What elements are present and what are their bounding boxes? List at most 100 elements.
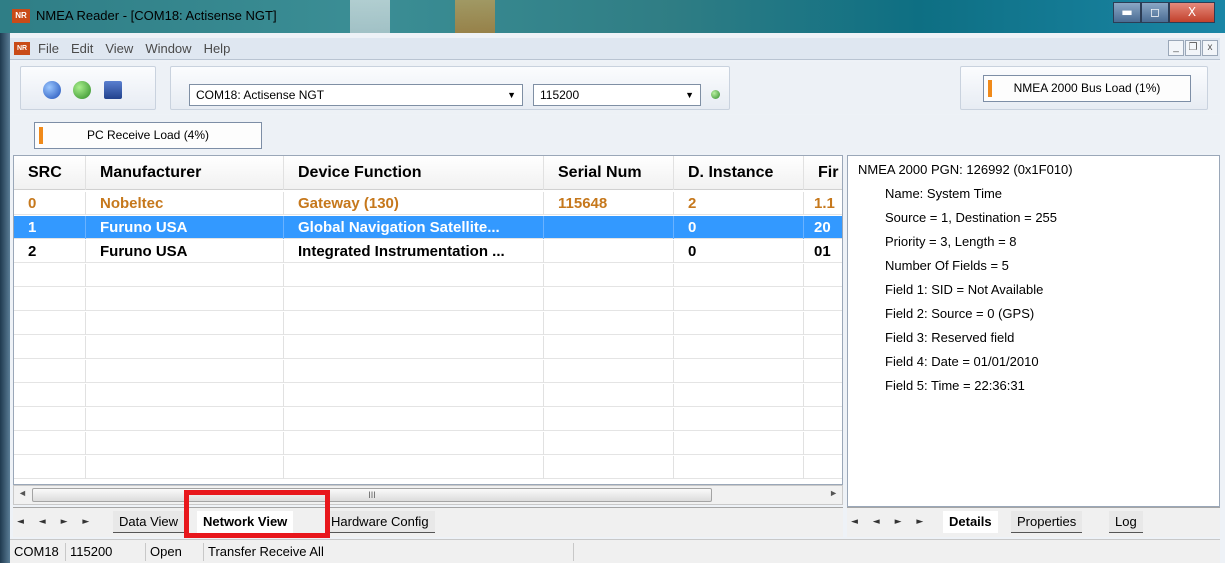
bus-load-label: NMEA 2000 Bus Load (1%) — [1013, 81, 1161, 95]
menu-bar: NR File Edit View Window Help _ ❐ x — [10, 38, 1220, 60]
menu-file[interactable]: File — [38, 41, 59, 56]
menu-edit[interactable]: Edit — [71, 41, 93, 56]
details-line: Priority = 3, Length = 8 — [885, 234, 1017, 249]
app-icon: NR — [12, 9, 30, 23]
port-value: COM18: Actisense NGT — [196, 88, 325, 102]
details-line: Source = 1, Destination = 255 — [885, 210, 1058, 225]
cell-manufacturer: Nobeltec — [86, 192, 284, 215]
save-icon[interactable] — [104, 81, 122, 99]
app-window: NR NMEA Reader - [COM18: Actisense NGT] … — [0, 0, 1225, 563]
details-tab-bar: ◄ ◄ ► ► Details Properties Log — [847, 507, 1220, 537]
cell-firmware: 01 — [804, 240, 842, 263]
window-title: NMEA Reader - [COM18: Actisense NGT] — [36, 8, 277, 23]
menu-help[interactable]: Help — [204, 41, 231, 56]
highlight-annotation-box — [184, 490, 330, 538]
empty-row — [14, 264, 842, 287]
column-header-serial[interactable]: Serial Num — [544, 156, 674, 190]
maximize-button[interactable]: ◻ — [1141, 2, 1169, 23]
refresh-icon[interactable] — [73, 81, 91, 99]
table-row[interactable]: 0 Nobeltec Gateway (130) 115648 2 1.1 — [14, 192, 842, 215]
chevron-down-icon: ▼ — [685, 90, 694, 100]
details-line: Field 4: Date = 01/01/2010 — [885, 354, 1039, 369]
tab-details[interactable]: Details — [943, 511, 998, 533]
cell-instance: 0 — [674, 216, 804, 239]
details-line: Field 3: Reserved field — [885, 330, 1015, 345]
view-tab-bar: ◄ ◄ ► ► Data View Network View Hardware … — [13, 507, 843, 537]
empty-row — [14, 288, 842, 311]
status-state: Open — [146, 543, 204, 561]
cell-instance: 0 — [674, 240, 804, 263]
app-icon[interactable]: NR — [14, 42, 30, 55]
empty-row — [14, 384, 842, 407]
cell-src: 0 — [14, 192, 86, 215]
mdi-close-button[interactable]: x — [1202, 40, 1218, 56]
grid-header: SRC Manufacturer Device Function Serial … — [14, 156, 842, 190]
tab-hardware-config[interactable]: Hardware Config — [325, 511, 435, 533]
details-line: Field 5: Time = 22:36:31 — [885, 378, 1025, 393]
cell-instance: 2 — [674, 192, 804, 215]
cell-firmware: 20 — [804, 216, 842, 239]
column-header-manufacturer[interactable]: Manufacturer — [86, 156, 284, 190]
toolbar-group-connection: COM18: Actisense NGT ▼ 115200 ▼ — [170, 66, 730, 110]
mdi-restore-button[interactable]: ❐ — [1185, 40, 1201, 56]
status-baud: 115200 — [66, 543, 146, 561]
details-line: Field 2: Source = 0 (GPS) — [885, 306, 1035, 321]
details-line: Number Of Fields = 5 — [885, 258, 1009, 273]
tab-nav-arrows-icon[interactable]: ◄ ◄ ► ► — [17, 517, 95, 527]
cell-serial — [544, 240, 674, 263]
baud-select[interactable]: 115200 ▼ — [533, 84, 701, 106]
tab-properties[interactable]: Properties — [1011, 511, 1083, 533]
title-bar: NR NMEA Reader - [COM18: Actisense NGT] … — [0, 0, 1225, 33]
pc-load-label: PC Receive Load (4%) — [86, 128, 210, 142]
details-pane: NMEA 2000 PGN: 126992 (0x1F010) Name: Sy… — [847, 155, 1220, 507]
tab-log[interactable]: Log — [1109, 511, 1143, 533]
empty-row — [14, 312, 842, 335]
column-header-src[interactable]: SRC — [14, 156, 86, 190]
empty-row — [14, 360, 842, 383]
bus-load-bar — [988, 80, 992, 97]
scrollbar-thumb[interactable]: III — [32, 488, 712, 502]
column-header-firmware[interactable]: Fir — [804, 156, 842, 190]
horizontal-scrollbar[interactable]: ◄ III ► — [13, 485, 843, 505]
cell-manufacturer: Furuno USA — [86, 216, 284, 239]
empty-row — [14, 336, 842, 359]
empty-row — [14, 432, 842, 455]
mdi-minimize-button[interactable]: _ — [1168, 40, 1184, 56]
pc-load-indicator: PC Receive Load (4%) — [34, 122, 262, 149]
status-bar: COM18 115200 Open Transfer Receive All — [10, 539, 1220, 563]
status-port: COM18 — [10, 543, 66, 561]
background-strip — [0, 0, 10, 563]
toolbar-group-actions — [20, 66, 156, 110]
cell-device-function: Global Navigation Satellite... — [284, 216, 544, 239]
background-decoration — [350, 0, 390, 33]
close-button[interactable]: X — [1169, 2, 1215, 23]
cell-firmware: 1.1 — [804, 192, 842, 215]
status-mode: Transfer Receive All — [204, 543, 574, 561]
network-grid[interactable]: SRC Manufacturer Device Function Serial … — [13, 155, 843, 485]
tab-nav-arrows-icon[interactable]: ◄ ◄ ► ► — [851, 517, 929, 527]
menu-view[interactable]: View — [105, 41, 133, 56]
port-select[interactable]: COM18: Actisense NGT ▼ — [189, 84, 523, 106]
details-pgn-title: NMEA 2000 PGN: 126992 (0x1F010) — [858, 162, 1073, 177]
column-header-instance[interactable]: D. Instance — [674, 156, 804, 190]
cell-serial: 115648 — [544, 192, 674, 215]
empty-row — [14, 408, 842, 431]
toolbar-group-bus-load: NMEA 2000 Bus Load (1%) — [960, 66, 1208, 110]
scroll-left-icon[interactable]: ◄ — [18, 488, 27, 498]
pc-load-bar — [39, 127, 43, 144]
cell-src: 2 — [14, 240, 86, 263]
help-icon[interactable] — [43, 81, 61, 99]
table-row-selected[interactable]: 1 Furuno USA Global Navigation Satellite… — [14, 216, 842, 239]
column-header-device-function[interactable]: Device Function — [284, 156, 544, 190]
table-row[interactable]: 2 Furuno USA Integrated Instrumentation … — [14, 240, 842, 263]
minimize-button[interactable]: ▬ — [1113, 2, 1141, 23]
menu-window[interactable]: Window — [145, 41, 191, 56]
empty-row — [14, 456, 842, 479]
toolbar-secondary: PC Receive Load (4%) — [10, 115, 1220, 153]
baud-value: 115200 — [540, 88, 580, 102]
cell-src: 1 — [14, 216, 86, 239]
scroll-right-icon[interactable]: ► — [829, 488, 838, 498]
tab-data-view[interactable]: Data View — [113, 511, 185, 533]
cell-device-function: Integrated Instrumentation ... — [284, 240, 544, 263]
cell-serial — [544, 216, 674, 239]
